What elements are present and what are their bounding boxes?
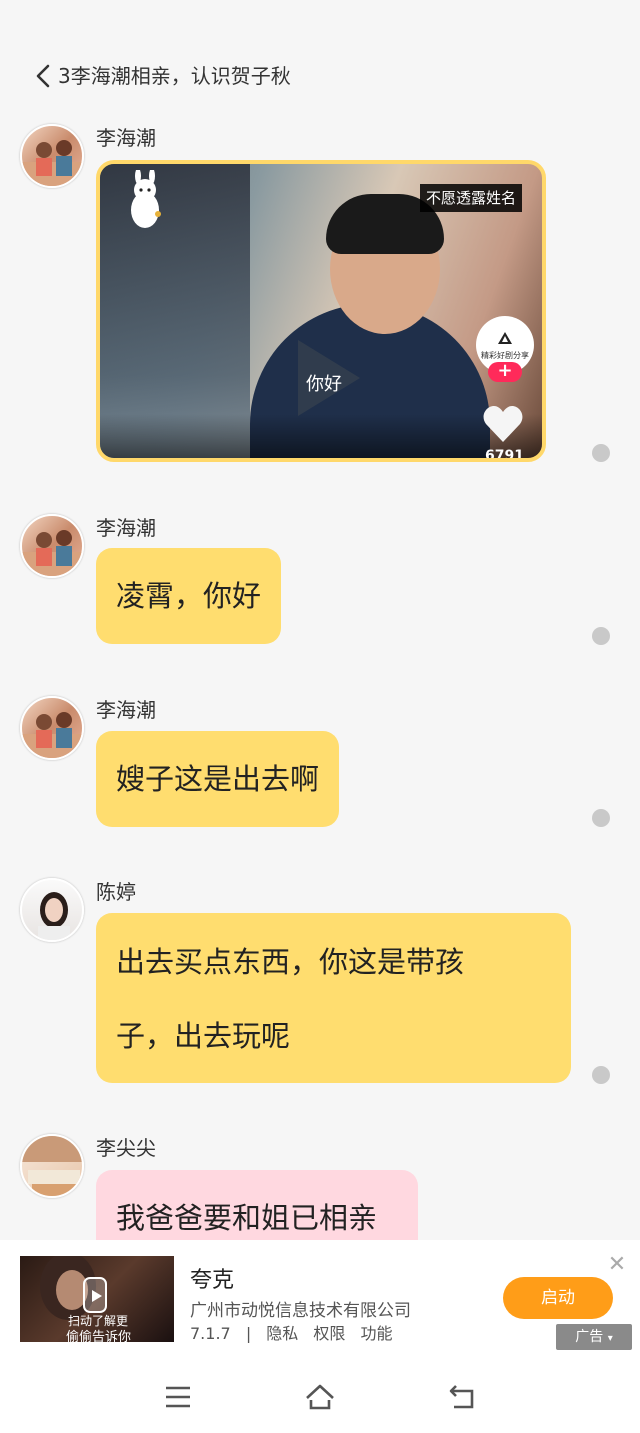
- close-icon[interactable]: ✕: [604, 1252, 630, 1278]
- ad-tag-badge[interactable]: 广告 ▾: [556, 1324, 632, 1350]
- message-bubble[interactable]: 我爸爸要和姐已相亲: [96, 1170, 418, 1240]
- message-item: 李尖尖 我爸爸要和姐已相亲: [0, 0, 640, 1240]
- ad-thumb-text: 偷偷告诉你: [66, 1330, 132, 1342]
- ad-company: 广州市动悦信息技术有限公司: [190, 1301, 411, 1321]
- ad-launch-button[interactable]: 启动: [503, 1277, 613, 1319]
- system-nav-bar: [0, 1360, 640, 1433]
- home-icon[interactable]: [304, 1382, 336, 1412]
- ad-permissions-link[interactable]: 权限: [313, 1324, 345, 1343]
- ad-separator: |: [245, 1324, 252, 1343]
- ad-thumbnail[interactable]: 扫动了解更 偷偷告诉你: [20, 1256, 174, 1342]
- ad-tag-label: 广告: [575, 1329, 604, 1345]
- ad-meta: 7.1.7 | 隐私 权限 功能: [190, 1320, 403, 1344]
- avatar-image: [22, 1136, 82, 1196]
- ad-version: 7.1.7: [190, 1324, 231, 1343]
- back-icon[interactable]: [446, 1382, 478, 1412]
- ad-features-link[interactable]: 功能: [361, 1324, 393, 1343]
- ad-app-name: 夸克: [190, 1268, 235, 1293]
- ad-banner[interactable]: 扫动了解更 偷偷告诉你 夸克 广州市动悦信息技术有限公司 7.1.7 | 隐私 …: [0, 1240, 640, 1360]
- ad-privacy-link[interactable]: 隐私: [266, 1324, 298, 1343]
- menu-icon[interactable]: [162, 1382, 194, 1412]
- chevron-down-icon: ▾: [607, 1333, 613, 1344]
- avatar[interactable]: [20, 1134, 84, 1198]
- sender-name: 李尖尖: [96, 1136, 156, 1160]
